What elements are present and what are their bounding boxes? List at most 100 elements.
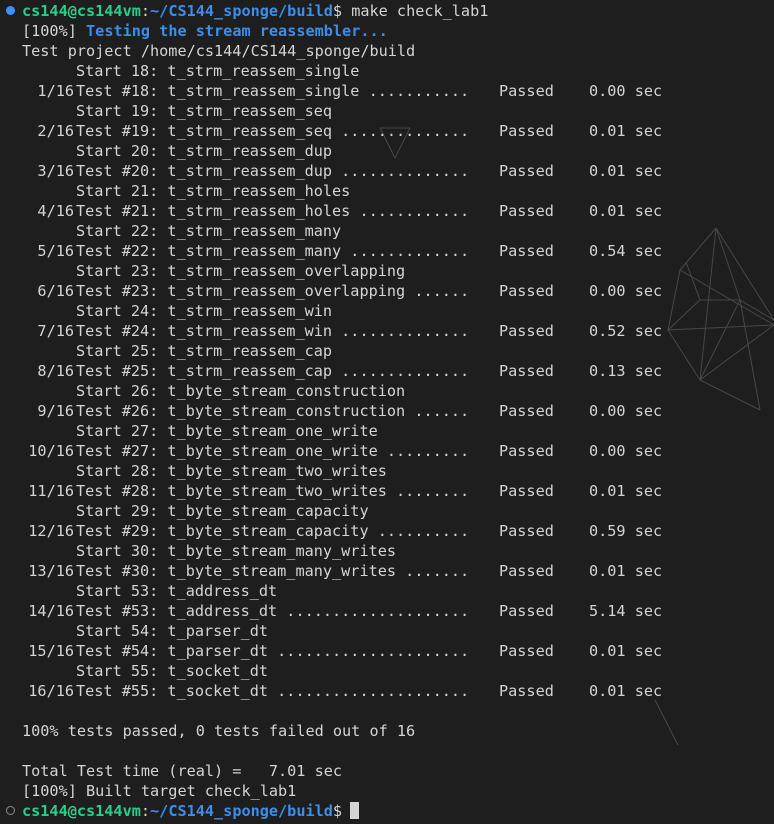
test-start-line: Start 25: t_strm_reassem_cap — [0, 341, 774, 361]
test-name: Test #21: t_strm_reassem_holes .........… — [76, 202, 470, 220]
test-start-text: Start 26: t_byte_stream_construction — [76, 382, 406, 400]
text-cursor[interactable] — [350, 802, 360, 819]
test-result-line: 15/16 Test #54: t_parser_dt .............… — [0, 641, 774, 661]
test-start-text: Start 22: t_strm_reassem_many — [76, 222, 342, 240]
test-index: 16/16 — [28, 682, 74, 700]
test-result-line: 2/16 Test #19: t_strm_reassem_seq .......… — [0, 121, 774, 141]
test-start-text: Start 25: t_strm_reassem_cap — [76, 342, 333, 360]
terminal-panel[interactable]: cs144@cs144vm:~/CS144_sponge/build$ make… — [0, 0, 774, 824]
test-name: Test #28: t_byte_stream_two_writes .....… — [76, 482, 470, 500]
built-target-line: [100%] Built target check_lab1 — [0, 781, 774, 801]
prompt-path: ~/CS144_sponge/build — [150, 2, 333, 20]
test-start-text: Start 24: t_strm_reassem_win — [76, 302, 333, 320]
test-start-line: Start 29: t_byte_stream_capacity — [0, 501, 774, 521]
test-name: Test #25: t_strm_reassem_cap ...........… — [76, 362, 470, 380]
test-start-line: Start 30: t_byte_stream_many_writes — [0, 541, 774, 561]
test-start-line: Start 55: t_socket_dt — [0, 661, 774, 681]
test-start-text: Start 28: t_byte_stream_two_writes — [76, 462, 387, 480]
test-result-line: 10/16 Test #27: t_byte_stream_one_write .… — [0, 441, 774, 461]
test-index: 8/16 — [37, 362, 74, 380]
test-start-line: Start 18: t_strm_reassem_single — [0, 61, 774, 81]
prompt-user-host: cs144@cs144vm — [22, 2, 141, 20]
prompt-status-icon — [6, 806, 15, 815]
test-time: 0.52 sec — [589, 322, 663, 340]
test-index: 1/16 — [37, 82, 74, 100]
test-time: 0.01 sec — [589, 202, 663, 220]
testing-msg: Testing the stream reassembler... — [86, 22, 388, 40]
test-start-line: Start 27: t_byte_stream_one_write — [0, 421, 774, 441]
command-status-icon — [6, 6, 15, 15]
test-index: 15/16 — [28, 642, 74, 660]
test-name: Test #23: t_strm_reassem_overlapping ...… — [76, 282, 470, 300]
test-name: Test #26: t_byte_stream_construction ...… — [76, 402, 470, 420]
test-start-text: Start 21: t_strm_reassem_holes — [76, 182, 351, 200]
test-result-line: 1/16 Test #18: t_strm_reassem_single ....… — [0, 81, 774, 101]
test-name: Test #29: t_byte_stream_capacity .......… — [76, 522, 470, 540]
test-start-line: Start 26: t_byte_stream_construction — [0, 381, 774, 401]
test-status: Passed — [499, 682, 554, 700]
test-status: Passed — [499, 202, 554, 220]
test-name: Test #53: t_address_dt .................… — [76, 602, 470, 620]
test-name: Test #30: t_byte_stream_many_writes ....… — [76, 562, 470, 580]
test-start-line: Start 23: t_strm_reassem_overlapping — [0, 261, 774, 281]
test-time: 5.14 sec — [589, 602, 663, 620]
test-time: 0.00 sec — [589, 282, 663, 300]
test-status: Passed — [499, 362, 554, 380]
test-name: Test #22: t_strm_reassem_many ..........… — [76, 242, 470, 260]
test-start-line: Start 22: t_strm_reassem_many — [0, 221, 774, 241]
prompt-dollar: $ — [332, 2, 343, 20]
prompt-line[interactable]: cs144@cs144vm:~/CS144_sponge/build$ — [0, 801, 774, 821]
built-target: [100%] Built target check_lab1 — [22, 782, 297, 800]
test-start-text: Start 19: t_strm_reassem_seq — [76, 102, 333, 120]
command-line: cs144@cs144vm:~/CS144_sponge/build$ make… — [0, 1, 774, 21]
progress-prefix: [100%] — [22, 22, 77, 40]
test-status: Passed — [499, 282, 554, 300]
project-line: Test project /home/cs144/CS144_sponge/bu… — [0, 41, 774, 61]
test-name: Test #20: t_strm_reassem_dup ...........… — [76, 162, 470, 180]
test-status: Passed — [499, 322, 554, 340]
test-index: 14/16 — [28, 602, 74, 620]
test-time: 0.01 sec — [589, 642, 663, 660]
test-index: 13/16 — [28, 562, 74, 580]
test-time: 0.54 sec — [589, 242, 663, 260]
test-start-line: Start 24: t_strm_reassem_win — [0, 301, 774, 321]
test-index: 11/16 — [28, 482, 74, 500]
test-result-line: 5/16 Test #22: t_strm_reassem_many ......… — [0, 241, 774, 261]
project-path-text: Test project /home/cs144/CS144_sponge/bu… — [22, 42, 416, 60]
test-index: 4/16 — [37, 202, 74, 220]
command-text: make check_lab1 — [342, 2, 489, 20]
test-start-text: Start 18: t_strm_reassem_single — [76, 62, 360, 80]
test-status: Passed — [499, 522, 554, 540]
test-result-line: 9/16 Test #26: t_byte_stream_construction… — [0, 401, 774, 421]
prompt-user-host: cs144@cs144vm — [22, 802, 141, 820]
test-status: Passed — [499, 242, 554, 260]
test-start-line: Start 54: t_parser_dt — [0, 621, 774, 641]
test-time: 0.13 sec — [589, 362, 663, 380]
prompt-separator: : — [140, 802, 151, 820]
testing-message-line: [100%] Testing the stream reassembler... — [0, 21, 774, 41]
test-status: Passed — [499, 82, 554, 100]
total-time-line: Total Test time (real) = 7.01 sec — [0, 761, 774, 781]
testing-message: [100%] Testing the stream reassembler... — [22, 21, 388, 41]
shell-prompt[interactable]: cs144@cs144vm:~/CS144_sponge/build$ — [22, 801, 360, 821]
test-time: 0.00 sec — [589, 442, 663, 460]
test-start-text: Start 20: t_strm_reassem_dup — [76, 142, 333, 160]
test-status: Passed — [499, 482, 554, 500]
test-start-text: Start 29: t_byte_stream_capacity — [76, 502, 369, 520]
test-status: Passed — [499, 402, 554, 420]
test-name: Test #54: t_parser_dt ..................… — [76, 642, 470, 660]
test-start-line: Start 20: t_strm_reassem_dup — [0, 141, 774, 161]
test-index: 3/16 — [37, 162, 74, 180]
test-name: Test #18: t_strm_reassem_single ........… — [76, 82, 470, 100]
test-index: 12/16 — [28, 522, 74, 540]
test-time: 0.01 sec — [589, 162, 663, 180]
test-time: 0.00 sec — [589, 82, 663, 100]
test-index: 2/16 — [37, 122, 74, 140]
test-start-line: Start 28: t_byte_stream_two_writes — [0, 461, 774, 481]
command-prompt: cs144@cs144vm:~/CS144_sponge/build$ make… — [22, 1, 488, 21]
prompt-path: ~/CS144_sponge/build — [150, 802, 333, 820]
test-time: 0.01 sec — [589, 482, 663, 500]
prompt-separator: : — [140, 2, 151, 20]
test-result-line: 14/16 Test #53: t_address_dt ............… — [0, 601, 774, 621]
